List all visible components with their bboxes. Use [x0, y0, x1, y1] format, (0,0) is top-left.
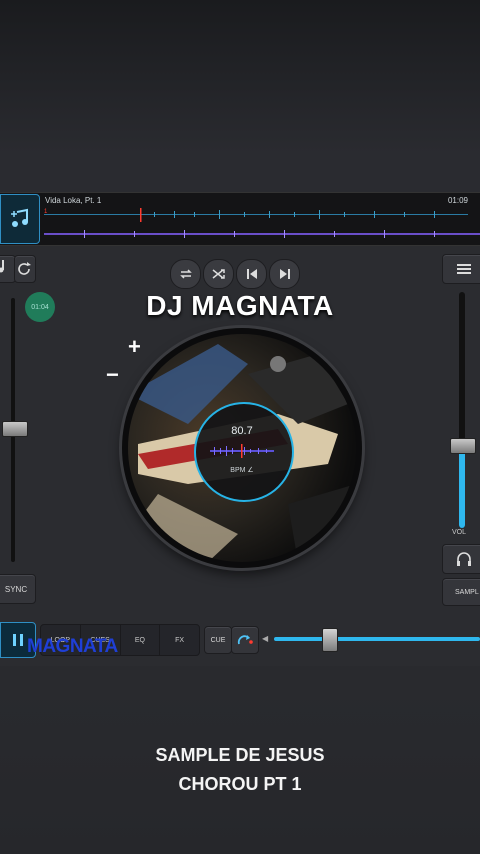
music-note-small-icon [0, 260, 4, 273]
headphone-cue-button[interactable] [442, 544, 480, 574]
refresh-icon [18, 262, 31, 275]
crossfader-left-arrow-icon: ◀ [262, 634, 269, 643]
dj-name-overlay: DJ MAGNATA [146, 290, 334, 321]
pitch-plus-label: + [128, 334, 141, 359]
mini-waveform [210, 444, 274, 458]
transport-controls [170, 259, 300, 289]
repeat-icon [179, 269, 192, 279]
cue-play-button[interactable] [231, 626, 259, 654]
track-title: Vida Loka, Pt. 1 [45, 196, 102, 205]
pitch-minus-label: − [106, 362, 119, 387]
pitch-fader-handle[interactable] [2, 421, 28, 437]
volume-fader-fill [459, 450, 465, 528]
sampler-button[interactable]: SAMPL [442, 578, 480, 606]
pause-icon [13, 634, 23, 646]
volume-fader-handle[interactable] [450, 438, 476, 454]
redo-arrow-icon [237, 635, 253, 645]
loop-button[interactable] [170, 259, 201, 289]
skip-previous-icon [246, 269, 257, 279]
shuffle-button[interactable] [203, 259, 234, 289]
crossfader-handle[interactable] [322, 628, 338, 652]
headphones-icon [457, 552, 471, 566]
overview-waveform[interactable] [44, 228, 480, 240]
hamburger-menu-icon [457, 264, 471, 274]
cue-button[interactable]: CUE [204, 626, 232, 654]
music-note-icon [11, 208, 28, 227]
menu-button[interactable] [442, 254, 480, 284]
track-waveform[interactable]: 1 [44, 206, 468, 224]
bpm-value: 80.7 [231, 425, 253, 437]
track-elapsed-time: 01:09 [447, 196, 468, 205]
shuffle-icon [212, 269, 225, 279]
music-library-button[interactable] [0, 194, 40, 244]
tab-eq[interactable]: EQ [121, 625, 161, 655]
tab-fx[interactable]: FX [160, 625, 199, 655]
bpm-label: BPM ∠ [230, 467, 254, 474]
volume-label: VOL [452, 529, 467, 536]
skip-next-icon [279, 269, 290, 279]
sync-button[interactable]: SYNC [0, 574, 36, 604]
caption-line-1: SAMPLE DE JESUS [155, 745, 325, 765]
next-track-button[interactable] [269, 259, 300, 289]
previous-track-button[interactable] [236, 259, 267, 289]
reset-pitch-button[interactable] [14, 255, 36, 283]
crossfader-track[interactable] [274, 637, 480, 641]
watermark-text: MAGNATA [27, 636, 118, 657]
caption-line-2: CHOROU PT 1 [178, 774, 302, 794]
